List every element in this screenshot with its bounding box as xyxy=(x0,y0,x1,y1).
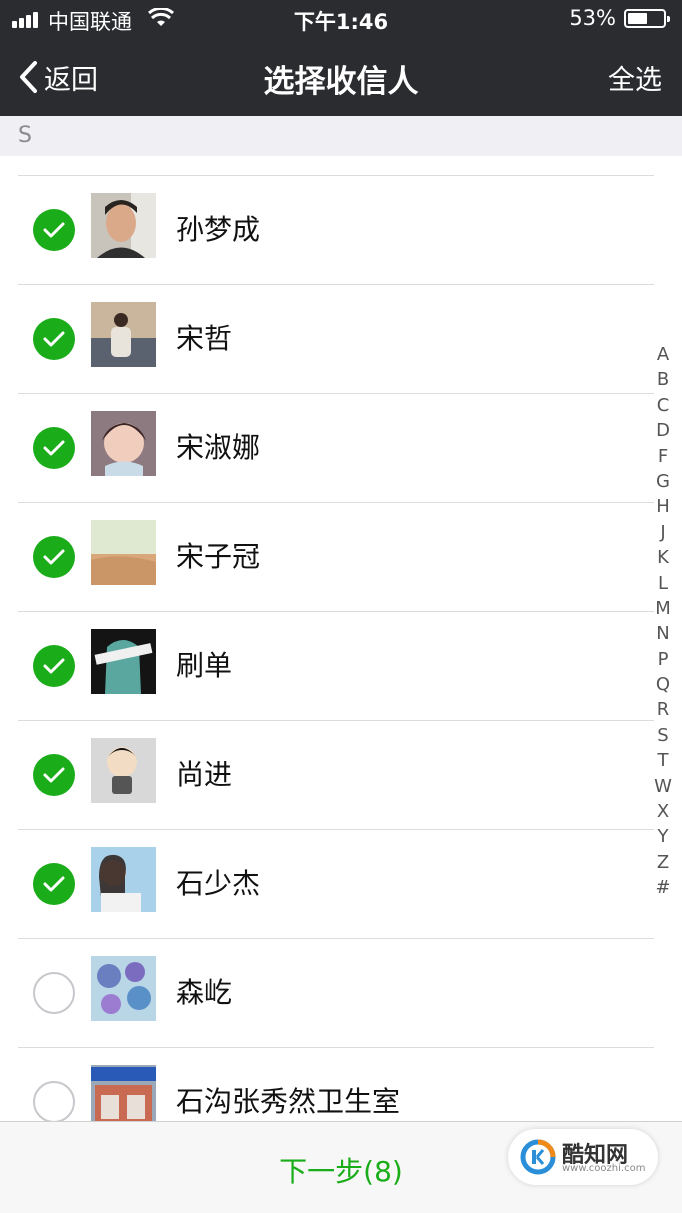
checkbox-checked[interactable] xyxy=(33,209,75,251)
avatar xyxy=(91,956,156,1021)
watermark-logo: 酷知网 www.coozhi.com xyxy=(508,1129,658,1185)
status-bar: 中国联通 下午1:46 53% xyxy=(0,0,682,38)
contact-row[interactable]: 孙梦成 xyxy=(0,176,682,285)
index-letter[interactable]: T xyxy=(650,748,676,773)
checkmark-icon xyxy=(43,876,65,892)
checkbox-unchecked[interactable] xyxy=(33,972,75,1014)
index-letter[interactable]: Q xyxy=(650,672,676,697)
avatar xyxy=(91,193,156,258)
avatar xyxy=(91,629,156,694)
checkbox-checked[interactable] xyxy=(33,318,75,360)
contact-row[interactable]: 石少杰 xyxy=(0,830,682,939)
contact-name: 石沟张秀然卫生室 xyxy=(176,1085,401,1118)
contact-row[interactable]: 刷单 xyxy=(0,612,682,721)
checkmark-icon xyxy=(43,331,65,347)
page-title: 选择收信人 xyxy=(263,64,419,100)
index-letter[interactable]: W xyxy=(650,774,676,799)
top-bar: 中国联通 下午1:46 53% 返回 选择收信人 全选 xyxy=(0,0,682,116)
index-letter[interactable]: C xyxy=(650,393,676,418)
select-all-button[interactable]: 全选 xyxy=(608,58,662,97)
contact-row[interactable]: 尚进 xyxy=(0,721,682,830)
coozhi-logo-icon xyxy=(520,1139,556,1175)
contact-name: 石少杰 xyxy=(176,867,261,900)
contact-name: 宋淑娜 xyxy=(176,431,261,464)
avatar xyxy=(91,520,156,585)
checkmark-icon xyxy=(43,549,65,565)
contact-name: 森屹 xyxy=(176,976,233,1009)
index-letter[interactable]: X xyxy=(650,799,676,824)
checkbox-unchecked[interactable] xyxy=(33,1081,75,1123)
section-letter: S xyxy=(18,123,32,148)
avatar xyxy=(91,411,156,476)
index-letter[interactable]: F xyxy=(650,444,676,469)
index-letter[interactable]: Y xyxy=(650,824,676,849)
contact-name: 刷单 xyxy=(176,649,233,682)
checkbox-checked[interactable] xyxy=(33,427,75,469)
alphabet-index: A B C D F G H J K L M N P Q R S T W X Y Z # xyxy=(650,342,676,901)
navigation-bar: 返回 选择收信人 全选 xyxy=(0,38,682,116)
contact-name: 宋子冠 xyxy=(176,540,261,573)
watermark-url: www.coozhi.com xyxy=(562,1163,646,1174)
section-header: S xyxy=(0,116,682,156)
index-letter[interactable]: D xyxy=(650,418,676,443)
index-letter[interactable]: J xyxy=(650,520,676,545)
index-letter[interactable]: R xyxy=(650,697,676,722)
chevron-left-icon xyxy=(20,61,37,93)
index-letter[interactable]: H xyxy=(650,494,676,519)
battery-icon xyxy=(624,9,670,28)
checkmark-icon xyxy=(43,440,65,456)
index-letter[interactable]: K xyxy=(650,545,676,570)
index-letter[interactable]: N xyxy=(650,621,676,646)
checkmark-icon xyxy=(43,658,65,674)
checkbox-checked[interactable] xyxy=(33,645,75,687)
checkmark-icon xyxy=(43,222,65,238)
contact-name: 宋哲 xyxy=(176,322,233,355)
index-letter[interactable]: B xyxy=(650,367,676,392)
checkbox-checked[interactable] xyxy=(33,754,75,796)
contact-row[interactable]: 宋淑娜 xyxy=(0,394,682,503)
checkbox-checked[interactable] xyxy=(33,536,75,578)
contact-row[interactable]: 宋子冠 xyxy=(0,503,682,612)
battery-percent: 53% xyxy=(569,6,616,30)
index-letter[interactable]: L xyxy=(650,571,676,596)
contact-name: 尚进 xyxy=(176,758,233,791)
index-letter[interactable]: G xyxy=(650,469,676,494)
back-button[interactable]: 返回 xyxy=(18,56,98,98)
index-letter[interactable]: A xyxy=(650,342,676,367)
checkmark-icon xyxy=(43,767,65,783)
contact-row[interactable]: 森屹 xyxy=(0,939,682,1048)
contact-list: 孙梦成 宋哲 宋淑娜 宋子冠 刷单 尚进 石少杰 森屹 石沟张秀然卫生室 xyxy=(0,176,682,1157)
avatar xyxy=(91,738,156,803)
avatar xyxy=(91,847,156,912)
checkbox-checked[interactable] xyxy=(33,863,75,905)
index-letter[interactable]: # xyxy=(650,875,676,900)
back-label: 返回 xyxy=(44,64,98,96)
contact-name: 孙梦成 xyxy=(176,213,261,246)
index-letter[interactable]: S xyxy=(650,723,676,748)
index-letter[interactable]: Z xyxy=(650,850,676,875)
index-letter[interactable]: M xyxy=(650,596,676,621)
avatar xyxy=(91,302,156,367)
contact-row[interactable]: 宋哲 xyxy=(0,285,682,394)
index-letter[interactable]: P xyxy=(650,647,676,672)
